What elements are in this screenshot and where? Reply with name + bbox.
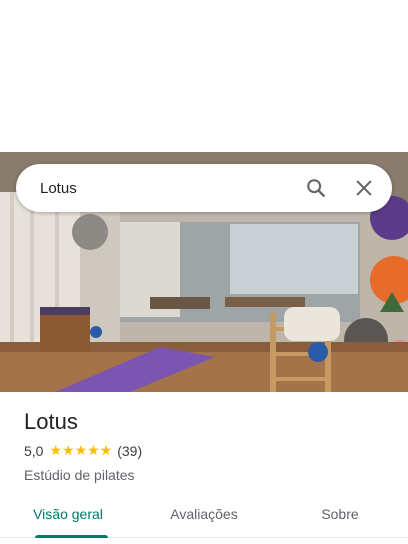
place-tabs: Visão geral Avaliações Sobre	[0, 498, 408, 538]
place-category[interactable]: Estúdio de pilates	[24, 466, 392, 484]
search-button[interactable]	[292, 164, 340, 212]
rating-value: 5,0	[24, 443, 44, 459]
search-icon	[307, 179, 325, 197]
reviews-count[interactable]: (39)	[117, 443, 142, 459]
place-title: Lotus	[24, 409, 78, 434]
rating-row[interactable]: 5,0 ★★★★★ (39)	[24, 442, 392, 460]
place-info: Lotus 5,0 ★★★★★ (39) Estúdio de pilates	[24, 408, 392, 484]
tab-reviews[interactable]: Avaliações	[136, 498, 272, 537]
close-icon	[356, 180, 372, 196]
rating-stars: ★★★★★	[49, 443, 113, 459]
search-input[interactable]	[16, 164, 292, 212]
tab-about[interactable]: Sobre	[272, 498, 408, 537]
search-bar[interactable]	[16, 164, 392, 212]
clear-search-button[interactable]	[340, 164, 388, 212]
tab-overview[interactable]: Visão geral	[0, 498, 136, 538]
